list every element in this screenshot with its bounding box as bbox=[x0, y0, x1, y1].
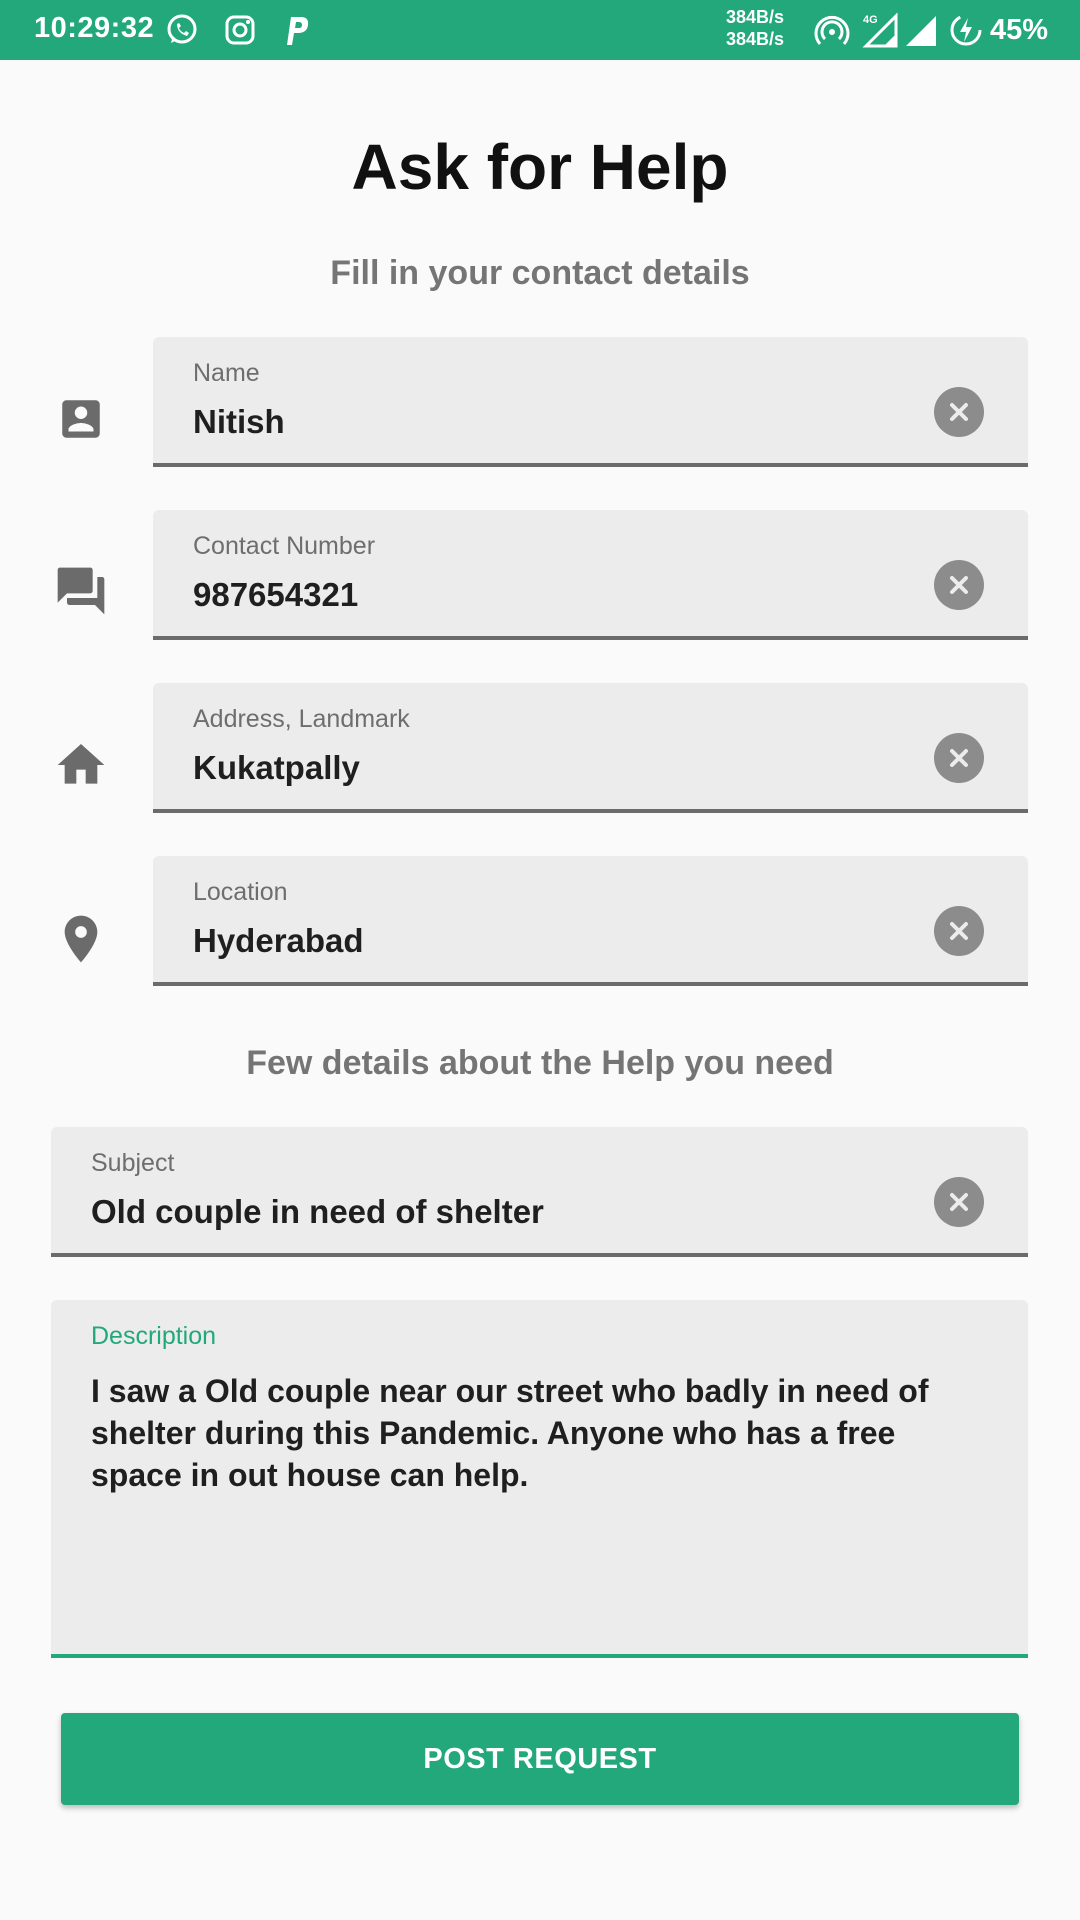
chat-icon bbox=[52, 562, 110, 620]
name-value[interactable]: Nitish bbox=[193, 403, 285, 441]
contact-section-heading: Fill in your contact details bbox=[330, 254, 750, 292]
page-title: Ask for Help bbox=[351, 131, 729, 203]
contact-card-icon bbox=[52, 390, 110, 448]
clear-location-button[interactable] bbox=[934, 906, 984, 956]
net-speed-down: 384B/s bbox=[726, 29, 785, 49]
description-value[interactable]: I saw a Old couple near our street who b… bbox=[91, 1370, 991, 1496]
location-value[interactable]: Hyderabad bbox=[193, 922, 364, 960]
description-field[interactable]: Description I saw a Old couple near our … bbox=[51, 1300, 1028, 1658]
network-speed: 384B/s 384B/s bbox=[726, 6, 784, 50]
net-speed-up: 384B/s bbox=[726, 7, 785, 27]
close-icon bbox=[950, 1193, 968, 1211]
clear-subject-button[interactable] bbox=[934, 1177, 984, 1227]
paytm-icon bbox=[278, 12, 314, 48]
close-icon bbox=[950, 403, 968, 421]
whatsapp-icon bbox=[164, 12, 200, 48]
battery-charging-icon bbox=[948, 12, 984, 48]
name-label: Name bbox=[193, 359, 260, 387]
signal-icon bbox=[904, 12, 940, 48]
location-field[interactable]: Location Hyderabad bbox=[153, 856, 1028, 986]
contact-number-value[interactable]: 987654321 bbox=[193, 576, 358, 614]
status-time: 10:29:32 bbox=[34, 12, 155, 44]
status-bar: 10:29:32 384B/s 384B/s 4G 45% bbox=[0, 0, 1080, 60]
hotspot-icon bbox=[814, 12, 850, 48]
clear-contact-number-button[interactable] bbox=[934, 560, 984, 610]
name-field[interactable]: Name Nitish bbox=[153, 337, 1028, 467]
address-label: Address, Landmark bbox=[193, 705, 410, 733]
location-label: Location bbox=[193, 878, 288, 906]
location-pin-icon bbox=[52, 910, 110, 968]
contact-number-label: Contact Number bbox=[193, 532, 376, 560]
clear-name-button[interactable] bbox=[934, 387, 984, 437]
close-icon bbox=[950, 749, 968, 767]
instagram-icon bbox=[222, 12, 258, 48]
description-label: Description bbox=[91, 1322, 217, 1350]
close-icon bbox=[950, 576, 968, 594]
address-value[interactable]: Kukatpally bbox=[193, 749, 360, 787]
post-request-button[interactable]: POST REQUEST bbox=[61, 1713, 1019, 1805]
contact-number-field[interactable]: Contact Number 987654321 bbox=[153, 510, 1028, 640]
help-section-heading: Few details about the Help you need bbox=[246, 1044, 834, 1082]
subject-value[interactable]: Old couple in need of shelter bbox=[91, 1193, 544, 1231]
subject-field[interactable]: Subject Old couple in need of shelter bbox=[51, 1127, 1028, 1257]
home-icon bbox=[52, 736, 110, 794]
subject-label: Subject bbox=[91, 1149, 175, 1177]
clear-address-button[interactable] bbox=[934, 733, 984, 783]
signal-4g-icon: 4G bbox=[862, 12, 902, 48]
battery-level: 45% bbox=[990, 14, 1049, 46]
address-field[interactable]: Address, Landmark Kukatpally bbox=[153, 683, 1028, 813]
close-icon bbox=[950, 922, 968, 940]
network-type-label: 4G bbox=[863, 14, 878, 26]
